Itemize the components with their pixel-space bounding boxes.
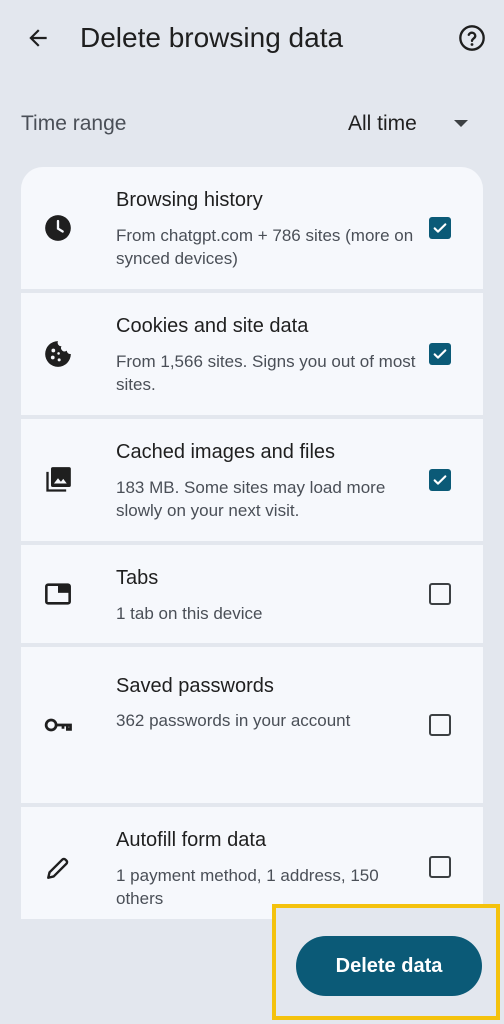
list-item-cached-images[interactable]: Cached images and files 183 MB. Some sit…: [21, 419, 483, 541]
checkbox[interactable]: [429, 856, 451, 878]
item-description: 183 MB. Some sites may load more slowly …: [116, 478, 386, 520]
list-item-saved-passwords[interactable]: Saved passwords 362 passwords in your ac…: [21, 647, 483, 803]
checkbox[interactable]: [429, 343, 451, 365]
item-description: 1 tab on this device: [116, 604, 263, 623]
checkbox[interactable]: [429, 217, 451, 239]
item-description: From chatgpt.com + 786 sites (more on sy…: [116, 226, 414, 268]
list-item-cookies[interactable]: Cookies and site data From 1,566 sites. …: [21, 293, 483, 415]
item-description: 362 passwords in your account: [116, 711, 351, 730]
item-title: Saved passwords: [116, 675, 274, 697]
delete-data-button[interactable]: Delete data: [296, 936, 482, 996]
page-title: Delete browsing data: [80, 22, 344, 53]
list-item-tabs[interactable]: Tabs 1 tab on this device: [21, 545, 483, 643]
item-title: Cookies and site data: [116, 315, 309, 337]
arrow-back-icon: [29, 29, 47, 47]
key-icon: [43, 710, 73, 740]
cookie-icon: [43, 339, 73, 369]
highlighted-region: Delete data: [272, 904, 500, 1020]
clock-icon: [43, 213, 73, 243]
pencil-icon: [43, 853, 73, 883]
checkbox[interactable]: [429, 714, 451, 736]
item-title: Tabs: [116, 567, 159, 589]
app-bar: Delete browsing data: [0, 0, 504, 78]
check-icon: [433, 223, 447, 233]
list-item-browsing-history[interactable]: Browsing history From chatgpt.com + 786 …: [21, 167, 483, 289]
list-item-autofill[interactable]: Autofill form data 1 payment method, 1 a…: [21, 807, 483, 919]
check-icon: [433, 475, 447, 485]
help-button[interactable]: [454, 20, 490, 56]
checkbox[interactable]: [429, 583, 451, 605]
check-icon: [433, 349, 447, 359]
dropdown-arrow-icon: [454, 120, 468, 127]
image-stack-icon: [43, 465, 73, 495]
time-range-dropdown[interactable]: All time: [348, 106, 478, 142]
back-button[interactable]: [20, 20, 56, 56]
data-type-list: Browsing history From chatgpt.com + 786 …: [21, 167, 483, 919]
item-title: Cached images and files: [116, 441, 336, 463]
help-circle-icon: [459, 25, 485, 51]
checkbox[interactable]: [429, 469, 451, 491]
item-title: Browsing history: [116, 189, 263, 211]
tab-icon: [43, 579, 73, 609]
time-range-row: Time range All time: [0, 100, 504, 148]
time-range-label: Time range: [21, 112, 127, 135]
item-title: Autofill form data: [116, 829, 267, 851]
item-description: From 1,566 sites. Signs you out of most …: [116, 352, 416, 394]
time-range-value: All time: [348, 112, 417, 135]
